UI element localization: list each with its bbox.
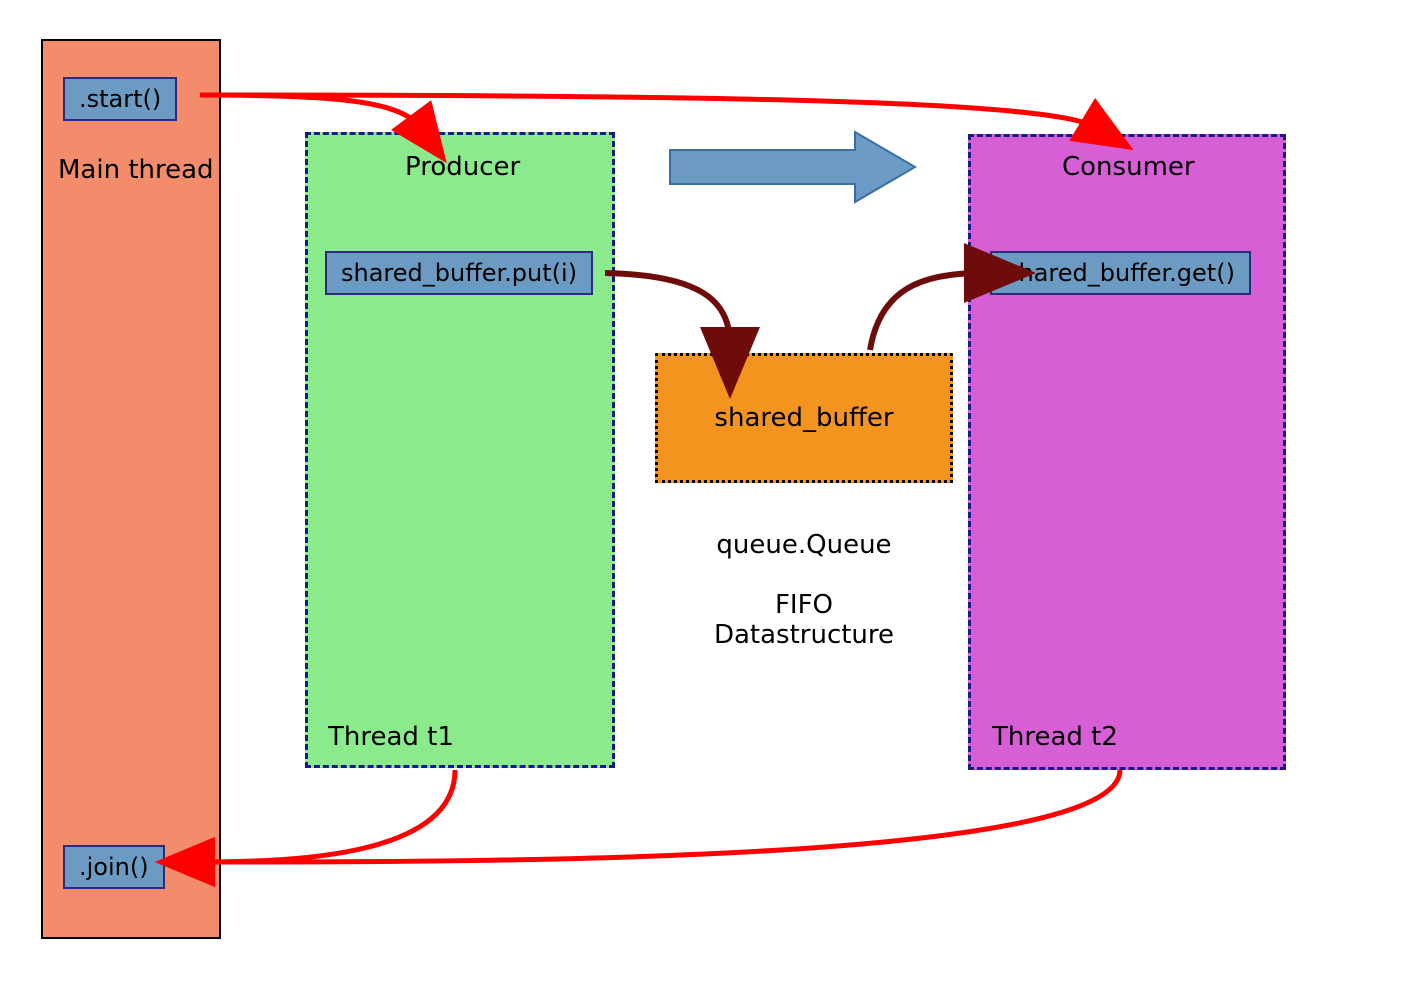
producer-box [305, 132, 615, 768]
producer-put-chip: shared_buffer.put(i) [325, 251, 593, 295]
arrow-buffer-to-get [870, 273, 982, 350]
consumer-get-chip: shared_buffer.get() [990, 251, 1251, 295]
join-chip: .join() [63, 845, 165, 889]
arrow-start-to-consumer [200, 95, 1095, 127]
fifo-line1: FIFO [655, 590, 953, 620]
shared-buffer-box: shared_buffer [655, 353, 953, 483]
big-blue-arrow [670, 132, 915, 202]
consumer-box [968, 134, 1286, 770]
arrow-producer-to-join [200, 770, 455, 862]
consumer-title: Consumer [1062, 152, 1195, 182]
main-thread-title: Main thread [58, 155, 214, 185]
producer-title: Producer [405, 152, 520, 182]
arrow-start-to-producer [200, 95, 420, 127]
arrow-consumer-to-join [200, 770, 1120, 862]
shared-buffer-label: shared_buffer [714, 403, 893, 433]
arrow-put-to-buffer [605, 273, 730, 345]
fifo-line2: Datastructure [655, 620, 953, 650]
diagram-canvas: Main thread .start() .join() Producer sh… [0, 0, 1403, 992]
queue-label: queue.Queue [655, 530, 953, 560]
start-chip: .start() [63, 77, 177, 121]
consumer-thread-label: Thread t2 [992, 722, 1118, 752]
producer-thread-label: Thread t1 [328, 722, 454, 752]
